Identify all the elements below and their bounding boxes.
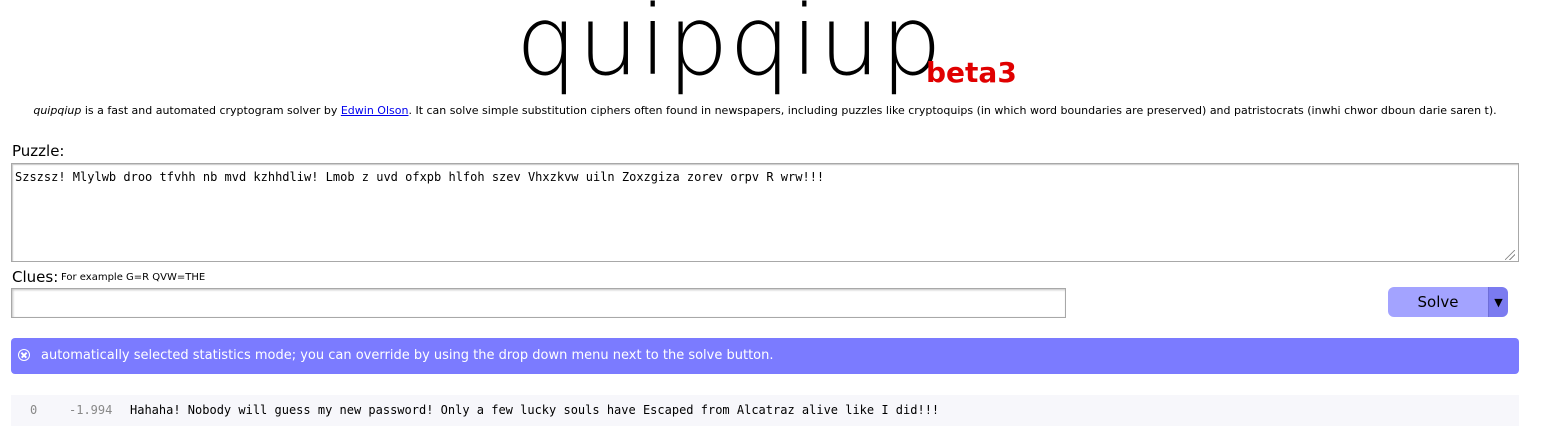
solve-mode-dropdown[interactable]: ▼ [1489,287,1508,317]
clues-label: Clues: [12,268,59,286]
close-circle-icon[interactable] [18,349,30,361]
author-link[interactable]: Edwin Olson [341,104,409,117]
info-banner: automatically selected statistics mode; … [11,338,1519,374]
description-text-2: . It can solve simple substitution ciphe… [408,104,1497,117]
clues-input[interactable] [11,288,1066,318]
clues-hint: For example G=R QVW=THE [61,272,206,283]
result-row[interactable]: 0 -1.994 Hahaha! Nobody will guess my ne… [11,395,1519,423]
solve-button[interactable]: Solve [1388,287,1489,317]
results-list: 0 -1.994 Hahaha! Nobody will guess my ne… [11,395,1519,426]
result-score: -1.994 [69,403,113,417]
resize-grip-icon[interactable] [1505,250,1515,260]
puzzle-textarea[interactable] [11,163,1519,262]
result-index: 0 [30,403,38,417]
logo-beta-badge: beta3 [926,56,1017,89]
logo-text: quipqiup [516,0,943,97]
chevron-down-icon: ▼ [1494,295,1503,309]
description-text-1: is a fast and automated cryptogram solve… [81,104,341,117]
description: quipqiup is a fast and automated cryptog… [0,104,1530,118]
description-app-name: quipqiup [33,104,82,117]
solve-button-group: Solve ▼ [1388,287,1508,317]
result-text: Hahaha! Nobody will guess my new passwor… [130,403,940,417]
page: quipqiup beta3 quipqiup is a fast and au… [0,0,1544,426]
info-text: automatically selected statistics mode; … [41,348,774,363]
puzzle-label: Puzzle: [12,142,65,160]
